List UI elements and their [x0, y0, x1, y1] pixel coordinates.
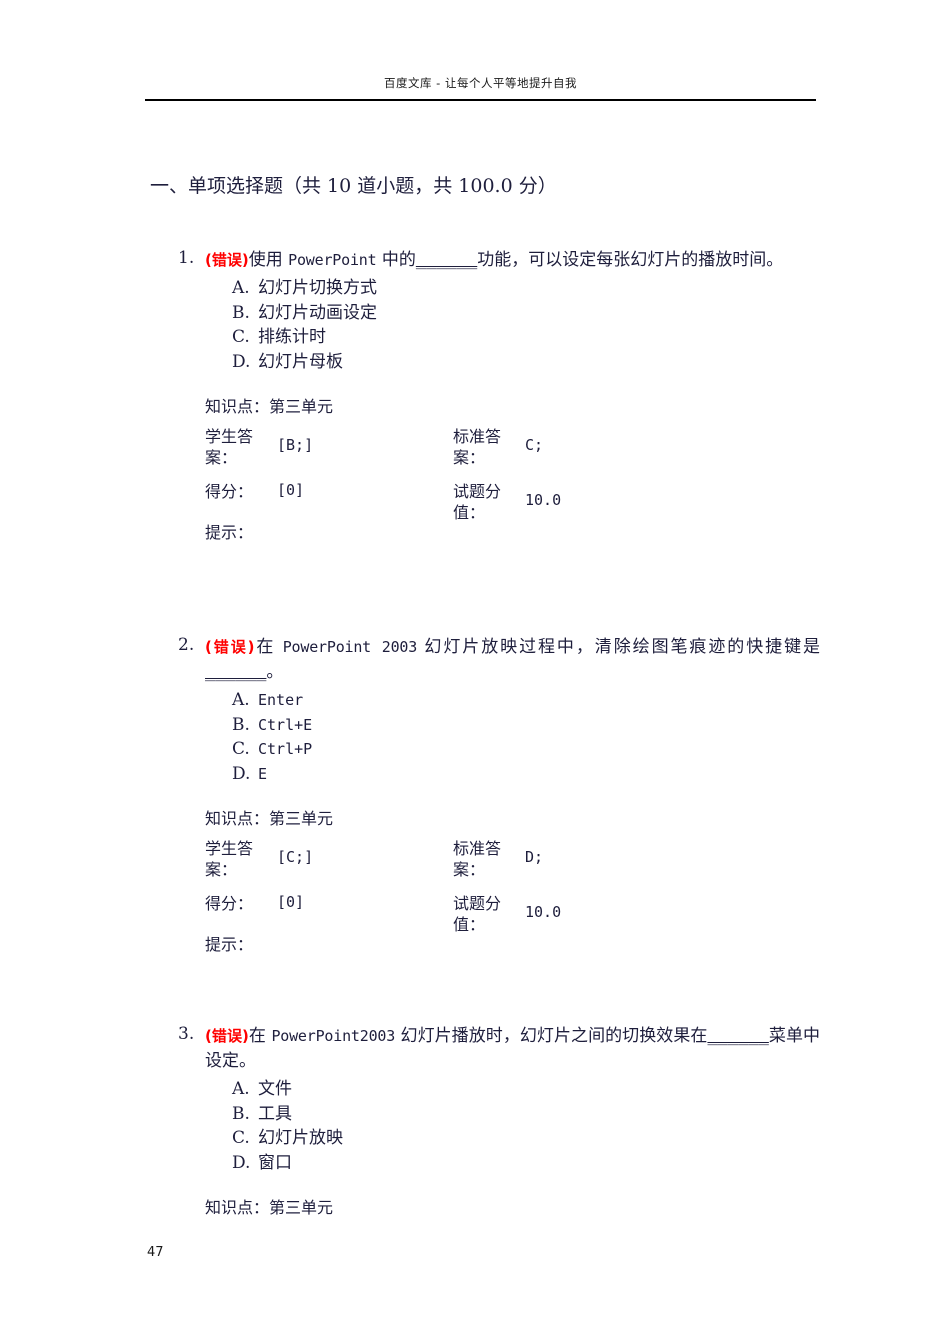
option-item[interactable]: A. Enter: [232, 688, 820, 713]
option-label: A.: [232, 278, 250, 298]
question-value-label: 试题分值：: [453, 894, 502, 934]
option-text: 文件: [258, 1079, 292, 1099]
score-value: [0]: [277, 481, 305, 499]
option-list: A. 幻灯片切换方式 B. 幻灯片动画设定 C. 排练计时 D. 幻灯片母板: [232, 276, 820, 374]
hint-label: 提示：: [205, 935, 254, 954]
option-label: B.: [232, 1103, 250, 1124]
student-answer-label: 学生答案：: [205, 427, 254, 467]
page-number: 47: [147, 1245, 164, 1260]
knowledge-point: 知识点：第三单元: [205, 397, 334, 416]
standard-answer-value: C;: [525, 436, 544, 454]
option-text: 工具: [258, 1103, 292, 1124]
question-text: (错误)在 PowerPoint 2003 幻灯片放映过程中，清除绘图笔痕迹的快…: [205, 637, 820, 682]
option-text: Ctrl+E: [258, 715, 313, 734]
option-text: Enter: [258, 691, 304, 709]
wrong-answer-tag: (错误): [205, 1027, 249, 1045]
section-title: 一、单项选择题（共 10 道小题，共 100.0 分）: [150, 175, 557, 197]
document-page: 百度文库 - 让每个人平等地提升自我 一、单项选择题（共 10 道小题，共 10…: [0, 0, 945, 1337]
option-item[interactable]: C. Ctrl+P: [232, 737, 820, 762]
option-text: 幻灯片切换方式: [258, 278, 377, 298]
question-text: (错误)在 PowerPoint2003 幻灯片播放时，幻灯片之间的切换效果在_…: [205, 1026, 821, 1071]
question-body: (错误)使用 PowerPoint 中的______功能，可以设定每张幻灯片的播…: [205, 248, 820, 543]
option-item[interactable]: C. 排练计时: [232, 325, 820, 350]
score-value: [0]: [277, 893, 305, 911]
answer-blank: ______: [205, 662, 267, 682]
knowledge-point: 知识点：第三单元: [205, 1198, 334, 1217]
standard-answer-label: 标准答案：: [453, 427, 502, 467]
question-body: (错误)在 PowerPoint2003 幻灯片播放时，幻灯片之间的切换效果在_…: [205, 1024, 820, 1337]
student-answer-value: [C;]: [277, 848, 314, 866]
question-text: (错误)使用 PowerPoint 中的______功能，可以设定每张幻灯片的播…: [205, 250, 784, 270]
option-text: 幻灯片母板: [258, 351, 343, 372]
hint-label: 提示：: [205, 523, 254, 542]
answer-blank: ______: [707, 1026, 769, 1046]
answer-meta-block: 知识点：第三单元: [205, 1194, 820, 1337]
option-label: C.: [232, 327, 250, 347]
question-value-value: 10.0: [525, 491, 562, 509]
wrong-answer-tag: (错误): [205, 251, 249, 269]
option-label: A.: [232, 690, 250, 710]
question-number: 2.: [178, 635, 195, 655]
answer-meta-block: 知识点：第三单元学生答案： [C;] 标准答案： D; 得分： [0] 试题分值： 10.0 提…: [205, 805, 820, 955]
option-text: E: [258, 764, 268, 783]
option-item[interactable]: B. Ctrl+E: [232, 713, 820, 738]
option-text: Ctrl+P: [258, 740, 313, 758]
option-label: D.: [232, 351, 251, 372]
question-value-label: 试题分值：: [453, 482, 502, 522]
answer-meta-block: 知识点：第三单元学生答案： [B;] 标准答案： C; 得分： [0] 试题分值： 10.0 提…: [205, 393, 820, 543]
question-body: (错误)在 PowerPoint 2003 幻灯片放映过程中，清除绘图笔痕迹的快…: [205, 635, 820, 955]
option-label: D.: [232, 763, 251, 784]
option-list: A. Enter B. Ctrl+E C. Ctrl+P D. E: [232, 688, 820, 786]
question-term: PowerPoint2003: [271, 1027, 396, 1045]
header-title: 百度文库 - 让每个人平等地提升自我: [384, 76, 577, 90]
score-label: 得分：: [205, 894, 254, 913]
student-answer-value: [B;]: [277, 436, 314, 454]
option-list: A. 文件 B. 工具 C. 幻灯片放映 D. 窗口: [232, 1077, 820, 1175]
standard-answer-label: 标准答案：: [453, 839, 502, 879]
option-label: C.: [232, 739, 250, 759]
standard-answer-value: D;: [525, 848, 544, 866]
header-divider: [145, 99, 816, 101]
option-label: B.: [232, 714, 250, 735]
option-item[interactable]: D. 幻灯片母板: [232, 350, 820, 375]
option-text: 幻灯片动画设定: [258, 302, 377, 323]
student-answer-label: 学生答案：: [205, 839, 254, 879]
option-label: D.: [232, 1152, 251, 1173]
score-label: 得分：: [205, 482, 254, 501]
question-number: 3.: [178, 1024, 195, 1044]
page-header: 百度文库 - 让每个人平等地提升自我: [145, 75, 816, 91]
option-text: 窗口: [258, 1152, 292, 1173]
answer-blank: ______: [415, 250, 478, 270]
knowledge-point: 知识点：第三单元: [205, 809, 334, 828]
question-value-value: 10.0: [525, 903, 562, 921]
question-term: PowerPoint 2003: [282, 638, 418, 656]
question-term: PowerPoint: [288, 251, 377, 269]
option-label: B.: [232, 302, 250, 323]
option-item[interactable]: C. 幻灯片放映: [232, 1126, 820, 1151]
question-number: 1.: [178, 248, 195, 268]
option-item[interactable]: D. 窗口: [232, 1151, 820, 1176]
option-item[interactable]: B. 工具: [232, 1102, 820, 1127]
option-text: 排练计时: [258, 327, 326, 347]
option-item[interactable]: D. E: [232, 762, 820, 787]
option-label: C.: [232, 1128, 250, 1148]
option-item[interactable]: A. 幻灯片切换方式: [232, 276, 820, 301]
option-label: A.: [232, 1079, 250, 1099]
wrong-answer-tag: (错误): [205, 638, 255, 656]
option-text: 幻灯片放映: [258, 1128, 343, 1148]
option-item[interactable]: A. 文件: [232, 1077, 820, 1102]
option-item[interactable]: B. 幻灯片动画设定: [232, 301, 820, 326]
